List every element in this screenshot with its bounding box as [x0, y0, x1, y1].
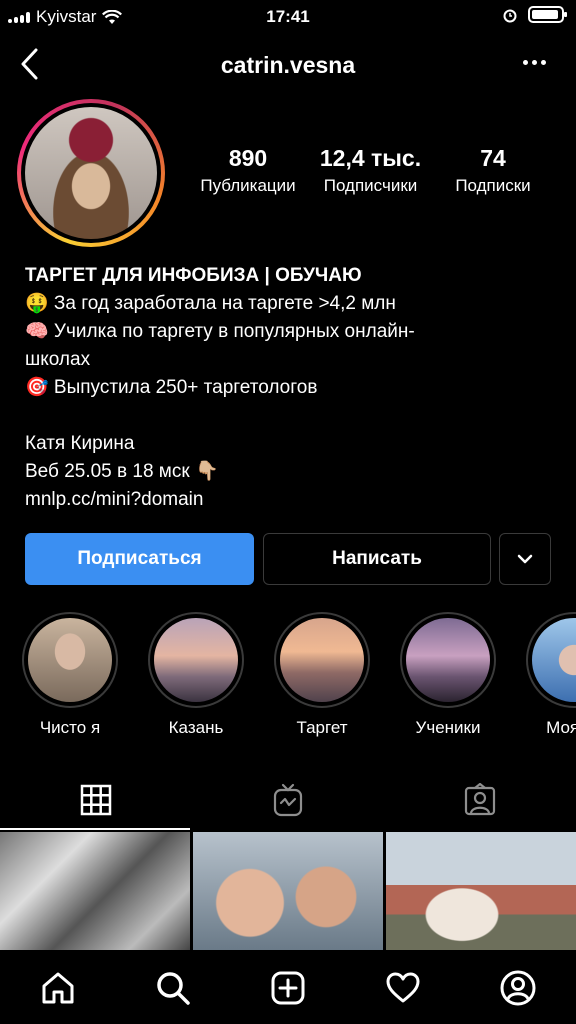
- suggested-dropdown-button[interactable]: [499, 533, 551, 585]
- bio-line: [25, 402, 555, 430]
- nav-add[interactable]: [268, 968, 308, 1008]
- highlight-label: Таргет: [296, 718, 348, 737]
- profile-tabs: [0, 770, 576, 830]
- highlight-cover: [154, 618, 238, 702]
- igtv-icon: [273, 783, 303, 817]
- post-thumbnail[interactable]: [386, 832, 576, 950]
- profile-name: ТАРГЕТ ДЛЯ ИНФОБИЗА | ОБУЧАЮ: [25, 265, 362, 286]
- highlight-item[interactable]: Ученики: [393, 612, 503, 738]
- highlight-label: Моя ис: [546, 718, 576, 737]
- bio-line: 🧠 Училка по таргету в популярных онлайн-: [25, 321, 415, 342]
- highlight-cover: [406, 618, 490, 702]
- message-button[interactable]: Написать: [263, 533, 491, 585]
- bio-line: Катя Кирина: [25, 433, 135, 454]
- story-highlights: Чисто я Казань Таргет Ученики Моя ис: [0, 612, 576, 742]
- bio-link[interactable]: mnlp.cc/mini?domain: [25, 486, 555, 514]
- posts-label: Публикации: [200, 176, 296, 195]
- post-thumbnail[interactable]: [193, 832, 383, 950]
- posts-stat[interactable]: 890 Публикации: [188, 145, 308, 196]
- dot-icon: [541, 60, 546, 65]
- highlight-item[interactable]: Таргет: [267, 612, 377, 738]
- heart-icon: [386, 972, 420, 1003]
- search-icon: [157, 972, 190, 1005]
- nav-activity[interactable]: [383, 968, 423, 1008]
- posts-grid: [0, 832, 576, 950]
- battery-icon: [528, 6, 567, 23]
- home-icon: [42, 972, 74, 1004]
- nav-search[interactable]: [153, 968, 193, 1008]
- avatar[interactable]: [25, 107, 157, 239]
- active-tab-indicator: [0, 828, 190, 830]
- following-stat[interactable]: 74 Подписки: [438, 145, 548, 196]
- profile-icon: [500, 970, 536, 1006]
- highlight-label: Казань: [168, 718, 224, 737]
- followers-stat[interactable]: 12,4 тыс. Подписчики: [313, 145, 428, 196]
- alarm-icon: [503, 9, 517, 22]
- dot-icon: [523, 60, 528, 65]
- grid-icon: [80, 784, 112, 816]
- highlight-cover: [532, 618, 576, 702]
- highlight-item[interactable]: Моя ис: [519, 612, 576, 738]
- highlight-label: Чисто я: [39, 718, 101, 737]
- post-thumbnail[interactable]: [0, 832, 190, 950]
- profile-stats: 890 Публикации 12,4 тыс. Подписчики 74 П…: [188, 145, 558, 205]
- following-label: Подписки: [455, 176, 531, 195]
- clock: 17:41: [266, 7, 310, 26]
- followers-count: 12,4 тыс.: [319, 145, 422, 171]
- add-icon: [271, 971, 305, 1005]
- story-ring[interactable]: [17, 99, 165, 247]
- username-title: catrin.vesna: [220, 52, 356, 78]
- highlight-item[interactable]: Казань: [141, 612, 251, 738]
- dot-icon: [532, 60, 537, 65]
- highlight-cover: [280, 618, 364, 702]
- following-count: 74: [480, 145, 506, 171]
- posts-count: 890: [228, 145, 268, 171]
- follow-button[interactable]: Подписаться: [25, 533, 254, 585]
- bio: ТАРГЕТ ДЛЯ ИНФОБИЗА | ОБУЧАЮ 🤑 За год за…: [25, 262, 555, 514]
- nav-home[interactable]: [38, 968, 78, 1008]
- tab-grid[interactable]: [0, 770, 192, 830]
- highlight-item[interactable]: Чисто я: [15, 612, 125, 738]
- highlight-cover: [28, 618, 112, 702]
- highlight-label: Ученики: [415, 718, 481, 737]
- more-options-button[interactable]: [523, 60, 546, 65]
- chevron-down-icon: [517, 554, 533, 564]
- nav-profile[interactable]: [498, 968, 538, 1008]
- bottom-navigation: [0, 950, 576, 1024]
- bio-line: Веб 25.05 в 18 мск 👇🏼: [25, 461, 219, 482]
- bio-line: школах: [25, 349, 91, 370]
- status-bar: Kyivstar 17:41: [0, 0, 576, 34]
- tab-igtv[interactable]: [192, 770, 384, 830]
- profile-header: catrin.vesna: [0, 40, 576, 90]
- bio-line: 🎯 Выпустила 250+ таргетологов: [25, 377, 318, 398]
- bio-line: 🤑 За год заработала на таргете >4,2 млн: [25, 293, 396, 314]
- tagged-icon: [464, 783, 496, 816]
- tab-tagged[interactable]: [384, 770, 576, 830]
- followers-label: Подписчики: [323, 176, 418, 195]
